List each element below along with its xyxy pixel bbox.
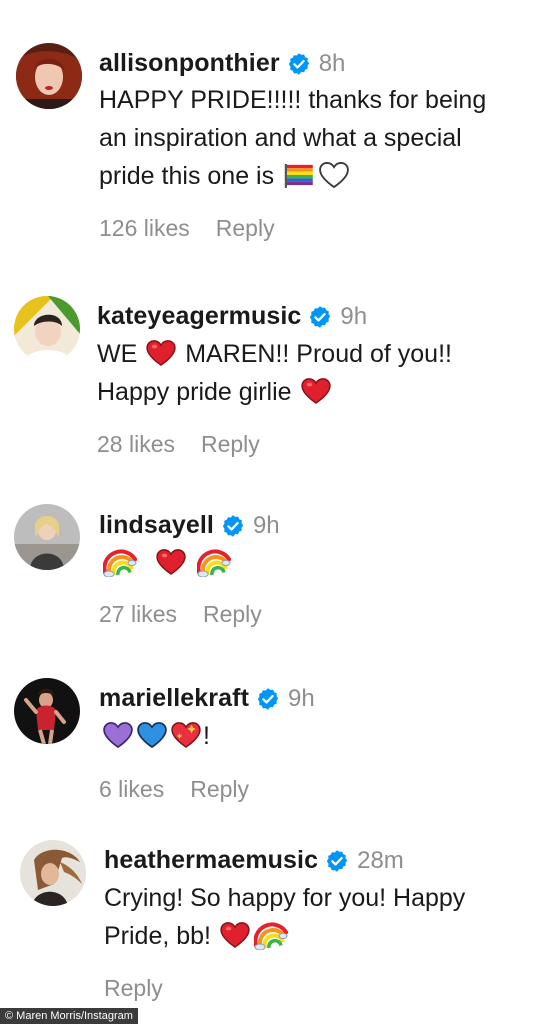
comment-line: HAPPY PRIDE!!!!! thanks for being — [99, 86, 487, 114]
yellow-green-background-portrait-avatar — [14, 296, 80, 362]
timestamp: 9h — [288, 684, 315, 712]
verified-badge-icon — [308, 305, 332, 329]
comment-text: WE MAREN!! Proud of you!! Happy pride gi… — [97, 335, 452, 411]
verified-badge-icon — [221, 514, 245, 538]
timestamp: 9h — [340, 302, 368, 330]
username[interactable]: mariellekraft — [99, 684, 249, 713]
comment-text — [101, 544, 233, 582]
blonde-portrait-avatar — [14, 504, 80, 570]
reply-button[interactable]: Reply — [216, 215, 275, 241]
comment-meta: 28 likes Reply — [97, 431, 260, 458]
reply-button[interactable]: Reply — [201, 431, 260, 457]
purple-heart-icon — [103, 722, 133, 748]
avatar[interactable] — [20, 840, 86, 906]
username[interactable]: lindsayell — [99, 511, 214, 540]
image-credit: © Maren Morris/Instagram — [0, 1008, 138, 1024]
rainbow-icon — [254, 920, 288, 950]
likes-count[interactable]: 28 likes — [97, 431, 175, 457]
red-heart-icon — [220, 922, 250, 948]
red-heart-icon — [156, 549, 186, 575]
comment-header: allisonponthier 8h — [99, 49, 345, 78]
comment-text: ! — [101, 717, 210, 755]
comment-line-text: ! — [203, 722, 210, 750]
rainbow-flag-icon — [283, 162, 315, 189]
comment-meta: Reply — [104, 975, 163, 1002]
likes-count[interactable]: 6 likes — [99, 776, 164, 802]
comment-meta: 27 likes Reply — [99, 601, 262, 628]
comment-header: kateyeagermusic 9h — [97, 302, 367, 331]
username[interactable]: heathermaemusic — [104, 846, 318, 875]
comment-line-text: pride this one is — [99, 162, 275, 190]
rainbow-icon — [197, 547, 231, 577]
comment-text: Crying! So happy for you! Happy Pride, b… — [104, 879, 465, 955]
avatar[interactable] — [14, 296, 80, 362]
red-hair-portrait-avatar — [16, 43, 82, 109]
reply-button[interactable]: Reply — [190, 776, 249, 802]
red-heart-icon — [146, 340, 176, 366]
reply-button[interactable]: Reply — [104, 975, 163, 1001]
comment-line-text: MAREN!! Proud of you!! — [185, 340, 452, 368]
comment-header: mariellekraft 9h — [99, 684, 315, 713]
username[interactable]: allisonponthier — [99, 49, 280, 78]
comment-line-text: Pride, bb! — [104, 922, 212, 950]
blue-heart-icon — [137, 722, 167, 748]
comment-header: heathermaemusic 28m — [104, 846, 404, 875]
likes-count[interactable]: 27 likes — [99, 601, 177, 627]
verified-badge-icon — [325, 849, 349, 873]
avatar[interactable] — [16, 43, 82, 109]
comment-meta: 126 likes Reply — [99, 215, 275, 242]
avatar[interactable] — [14, 678, 80, 744]
comment-line: an inspiration and what a special — [99, 124, 462, 152]
username[interactable]: kateyeagermusic — [97, 302, 301, 331]
timestamp: 9h — [252, 511, 280, 539]
reply-button[interactable]: Reply — [203, 601, 262, 627]
comment-line: Crying! So happy for you! Happy — [104, 884, 466, 912]
comment-text: HAPPY PRIDE!!!!! thanks for being an ins… — [99, 81, 486, 195]
comment-meta: 6 likes Reply — [99, 776, 249, 803]
sparkling-heart-icon — [171, 722, 201, 748]
windswept-hair-portrait-avatar — [20, 840, 86, 906]
red-heart-icon — [301, 378, 331, 404]
comment-line: Happy pride girlie — [97, 373, 452, 411]
comment-line: pride this one is — [99, 157, 486, 195]
likes-count[interactable]: 126 likes — [99, 215, 190, 241]
avatar[interactable] — [14, 504, 80, 570]
comment-header: lindsayell 9h — [99, 511, 280, 540]
white-heart-icon — [319, 162, 349, 188]
comment-line: WE MAREN!! Proud of you!! — [97, 335, 452, 373]
comment-line-text: WE — [97, 340, 138, 368]
timestamp: 8h — [318, 49, 346, 77]
comment-line: Pride, bb! — [104, 917, 465, 955]
comment-line-text: Happy pride girlie — [97, 378, 292, 406]
timestamp: 28m — [357, 846, 404, 874]
verified-badge-icon — [256, 687, 280, 711]
rainbow-icon — [103, 547, 137, 577]
verified-badge-icon — [287, 52, 311, 76]
dark-background-portrait-avatar — [14, 678, 80, 744]
